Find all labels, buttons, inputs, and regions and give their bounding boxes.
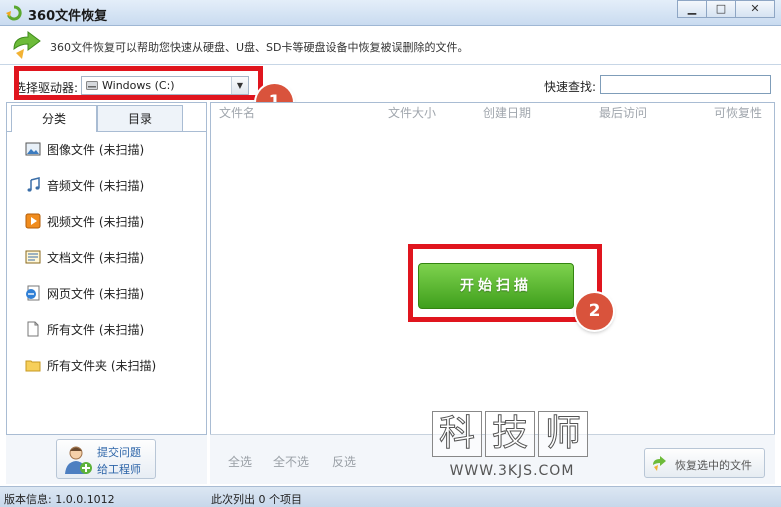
watermark-logo: 科 技 师 WWW.3KJS.COM — [432, 411, 592, 485]
document-icon — [25, 250, 41, 264]
column-header-created[interactable]: 创建日期 — [483, 103, 531, 125]
search-input[interactable] — [600, 75, 771, 94]
minimize-button[interactable]: ▁ — [677, 0, 707, 18]
left-panel: 分类 目录 图像文件 (未扫描) 音频文件 (未扫描) 视频文件 (未扫描) 文… — [6, 102, 207, 484]
column-header-size[interactable]: 文件大小 — [388, 103, 436, 125]
watermark-url: WWW.3KJS.COM — [449, 463, 575, 479]
recover-arrow-icon — [13, 31, 41, 59]
webpage-icon — [26, 285, 40, 301]
select-none-link[interactable]: 全不选 — [273, 453, 309, 470]
info-text: 360文件恢复可以帮助您快速从硬盘、U盘、SD卡等硬盘设备中恢复被误删除的文件。 — [50, 41, 469, 54]
restore-selected-label: 恢复选中的文件 — [675, 459, 752, 472]
item-count: 此次列出 0 个项目 — [211, 493, 302, 506]
version-info: 版本信息: 1.0.0.1012 — [4, 493, 115, 506]
window-title: 360文件恢复 — [28, 9, 108, 24]
column-header-recoverability[interactable]: 可恢复性 — [714, 103, 762, 125]
restore-arrow-icon — [653, 456, 666, 471]
title-bar: 360文件恢复 ▁ □ ✕ — [0, 0, 781, 26]
category-label: 图像文件 (未扫描) — [47, 142, 145, 157]
category-label: 所有文件夹 (未扫描) — [47, 358, 157, 373]
folder-icon — [25, 360, 41, 372]
image-icon — [25, 142, 41, 156]
restore-selected-button[interactable]: 恢复选中的文件 — [644, 448, 765, 478]
search-label: 快速查找: — [544, 80, 597, 94]
column-header-filename[interactable]: 文件名 — [219, 103, 255, 125]
maximize-icon: □ — [715, 2, 727, 15]
app-logo-icon — [6, 5, 22, 21]
select-all-link[interactable]: 全选 — [228, 453, 252, 470]
maximize-button[interactable]: □ — [706, 0, 736, 18]
close-button[interactable]: ✕ — [735, 0, 775, 18]
watermark-char: 科 — [432, 411, 482, 457]
video-icon — [25, 213, 41, 229]
engineer-icon — [65, 446, 92, 474]
music-icon — [27, 177, 40, 192]
minimize-icon: ▁ — [687, 2, 697, 15]
watermark-char: 技 — [485, 411, 535, 457]
category-item-all-folders[interactable]: 所有文件夹 (未扫描) — [25, 355, 156, 375]
tab-category[interactable]: 分类 — [11, 105, 97, 132]
submit-issue-button[interactable]: 提交问题 给工程师 — [56, 439, 156, 479]
category-item-webpage[interactable]: 网页文件 (未扫描) — [25, 283, 144, 303]
file-icon — [27, 321, 39, 337]
category-item-document[interactable]: 文档文件 (未扫描) — [25, 247, 144, 267]
annotation-badge-2: 2 — [576, 293, 613, 330]
category-label: 网页文件 (未扫描) — [47, 286, 145, 301]
info-bar: 360文件恢复可以帮助您快速从硬盘、U盘、SD卡等硬盘设备中恢复被误删除的文件。 — [0, 27, 781, 65]
category-label: 视频文件 (未扫描) — [47, 214, 145, 229]
to-engineer-label: 给工程师 — [97, 463, 141, 476]
highlight-box-scan — [408, 244, 602, 322]
category-item-all-files[interactable]: 所有文件 (未扫描) — [25, 319, 144, 339]
highlight-box-drive — [14, 66, 263, 100]
category-label: 音频文件 (未扫描) — [47, 178, 145, 193]
category-item-image[interactable]: 图像文件 (未扫描) — [25, 139, 144, 159]
invert-selection-link[interactable]: 反选 — [332, 453, 356, 470]
watermark-char: 师 — [538, 411, 588, 457]
close-icon: ✕ — [750, 2, 760, 15]
category-item-video[interactable]: 视频文件 (未扫描) — [25, 211, 144, 231]
status-bar: 版本信息: 1.0.0.1012 此次列出 0 个项目 — [0, 486, 781, 507]
tab-directory[interactable]: 目录 — [97, 105, 183, 131]
column-header-last-access[interactable]: 最后访问 — [599, 103, 647, 125]
tab-bar: 分类 目录 — [7, 103, 206, 132]
category-label: 文档文件 (未扫描) — [47, 250, 145, 265]
submit-issue-label: 提交问题 — [97, 446, 141, 459]
left-bottom-bar: 提交问题 给工程师 — [6, 434, 207, 484]
category-label: 所有文件 (未扫描) — [47, 322, 145, 337]
category-item-audio[interactable]: 音频文件 (未扫描) — [25, 175, 144, 195]
